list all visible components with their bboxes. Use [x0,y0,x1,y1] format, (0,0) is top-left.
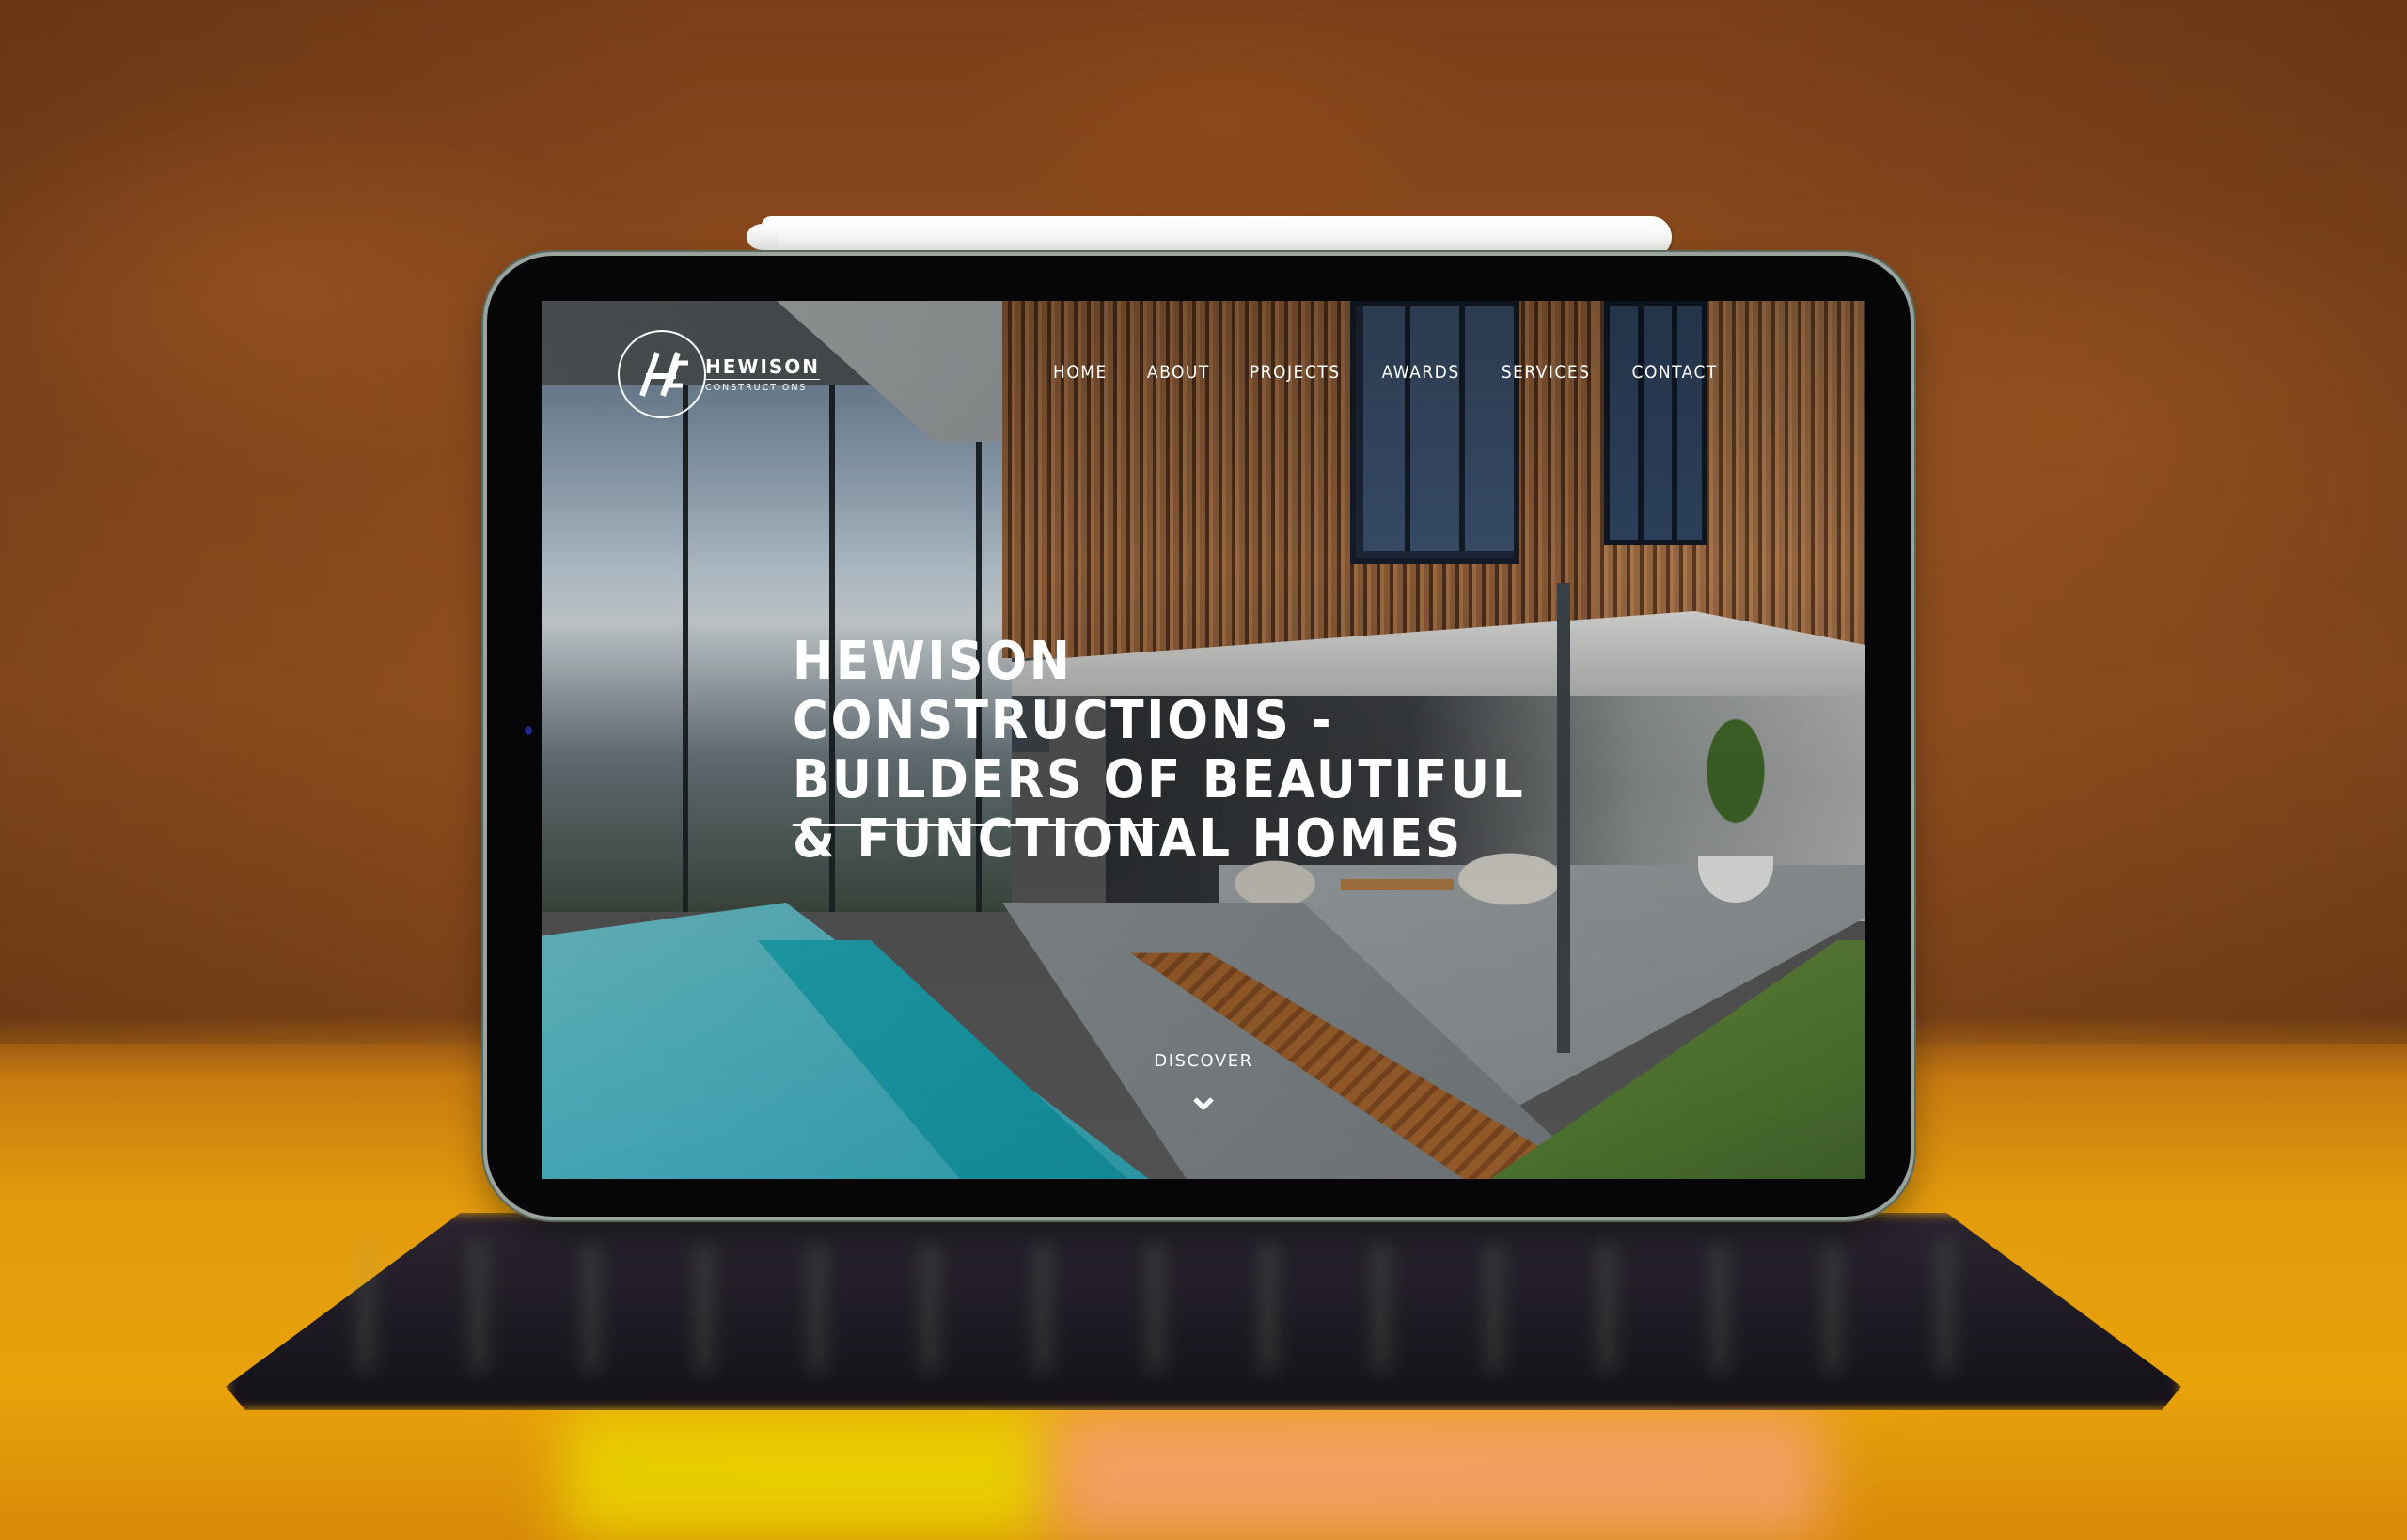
hero-underline [793,824,1159,826]
table-reflection-peach [1053,1410,1824,1540]
nav-projects[interactable]: PROJECTS [1250,362,1341,383]
nav-services[interactable]: SERVICES [1502,362,1591,383]
keyboard-keys [357,1241,2050,1373]
stylus-pencil [747,216,1672,258]
nav-home[interactable]: HOME [1053,362,1108,383]
brand-name: HEWISON [705,354,821,380]
table-reflection-yellow [564,1410,1053,1540]
site-logo[interactable]: HEWISON CONSTRUCTIONS [615,327,821,421]
nav-awards[interactable]: AWARDS [1382,362,1460,383]
discover-link[interactable]: DISCOVER [1109,1051,1298,1071]
nav-about[interactable]: ABOUT [1147,362,1210,383]
logo-monogram-icon [615,327,709,421]
main-nav: HOME ABOUT PROJECTS AWARDS SERVICES CONT… [1053,362,1718,383]
brand-subtitle: CONSTRUCTIONS [705,382,808,393]
front-camera [525,726,532,735]
chevron-down-icon[interactable] [1192,1095,1215,1112]
nav-contact[interactable]: CONTACT [1632,362,1718,383]
hero-title: HEWISON CONSTRUCTIONS - BUILDERS OF BEAU… [793,631,1526,870]
